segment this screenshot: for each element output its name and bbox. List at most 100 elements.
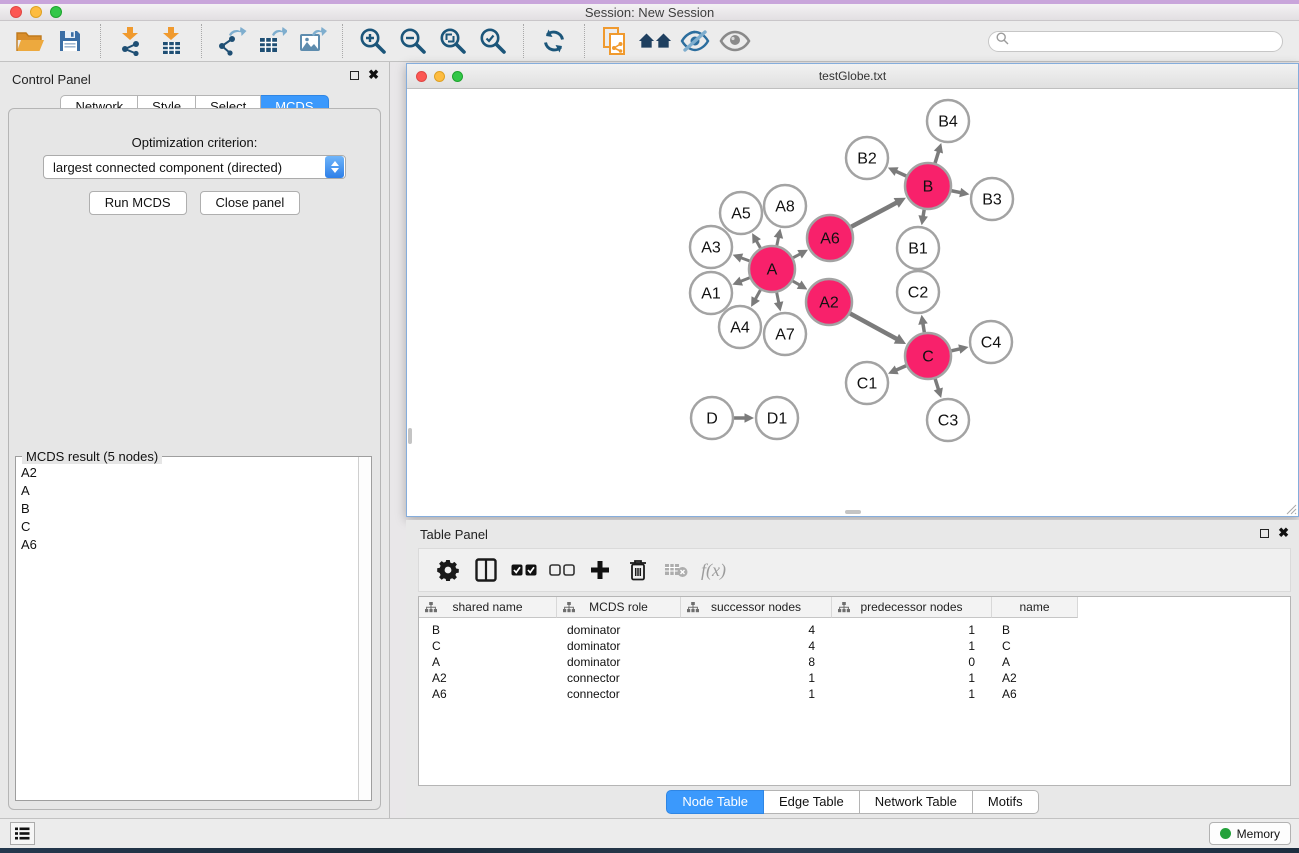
- result-scrollbar[interactable]: [358, 457, 371, 800]
- network-graph[interactable]: B4 B2 B B3 A8A5 A6 B1 A3 A C2 A1 A2 A4A7 C4 C C1 D D1 C3: [407, 89, 1298, 516]
- graph-edge-C-C1[interactable]: [895, 366, 906, 371]
- table-header[interactable]: shared nameMCDS rolesuccessor nodesprede…: [419, 597, 1290, 618]
- graph-edge-A-A7[interactable]: [777, 293, 779, 304]
- result-list-item[interactable]: A: [16, 481, 358, 499]
- delete-table-icon[interactable]: [661, 555, 691, 585]
- search-field[interactable]: [988, 31, 1283, 52]
- graph-node-A6[interactable]: A6: [807, 215, 853, 261]
- import-table-icon[interactable]: [154, 25, 188, 57]
- network-horizontal-scrollbar[interactable]: [845, 510, 861, 514]
- table-row[interactable]: A6connector11A6: [419, 686, 1290, 702]
- graph-node-C4[interactable]: C4: [970, 321, 1012, 363]
- zoom-fit-icon[interactable]: [436, 25, 470, 57]
- graph-edge-B-B4[interactable]: [935, 151, 939, 163]
- home-layout-icon[interactable]: [638, 25, 672, 57]
- table-cell: 4: [681, 638, 832, 654]
- column-header-MCDS-role[interactable]: MCDS role: [557, 597, 681, 618]
- copy-style-icon[interactable]: [598, 25, 632, 57]
- graph-edge-B-B2[interactable]: [895, 171, 906, 176]
- show-all-eye-icon[interactable]: [718, 25, 752, 57]
- hide-selected-eye-icon[interactable]: [678, 25, 712, 57]
- criterion-dropdown[interactable]: largest connected component (directed): [43, 155, 346, 179]
- network-vertical-scrollbar[interactable]: [408, 428, 412, 444]
- table-cell: A2: [419, 670, 557, 686]
- graph-node-A1[interactable]: A1: [690, 272, 732, 314]
- graph-node-B4[interactable]: B4: [927, 100, 969, 142]
- table-row[interactable]: Cdominator41C: [419, 638, 1290, 654]
- graph-node-A4[interactable]: A4: [719, 306, 761, 348]
- search-input[interactable]: [1009, 33, 1282, 50]
- graph-node-A[interactable]: A: [749, 246, 795, 292]
- graph-node-A2[interactable]: A2: [806, 279, 852, 325]
- graph-node-C3[interactable]: C3: [927, 399, 969, 441]
- select-all-checkboxes-icon[interactable]: [509, 555, 539, 585]
- graph-edge-C-C3[interactable]: [935, 379, 939, 391]
- graph-edge-A-A4[interactable]: [755, 290, 760, 300]
- graph-node-B[interactable]: B: [905, 163, 951, 209]
- import-network-icon[interactable]: [114, 25, 148, 57]
- table-row[interactable]: Bdominator41B: [419, 622, 1290, 638]
- export-network-icon[interactable]: [215, 25, 249, 57]
- svg-text:B2: B2: [857, 151, 877, 168]
- graph-node-D[interactable]: D: [691, 397, 733, 439]
- graph-edge-A2-C[interactable]: [850, 313, 898, 339]
- gear-icon[interactable]: [433, 555, 463, 585]
- graph-edge-B-B3[interactable]: [952, 191, 962, 193]
- save-session-icon[interactable]: [53, 25, 87, 57]
- graph-node-A7[interactable]: A7: [764, 313, 806, 355]
- tab-edge-table[interactable]: Edge Table: [764, 790, 860, 814]
- export-table-icon[interactable]: [255, 25, 289, 57]
- open-session-icon[interactable]: [13, 25, 47, 57]
- graph-node-C[interactable]: C: [905, 333, 951, 379]
- zoom-in-icon[interactable]: [356, 25, 390, 57]
- table-cell: C: [992, 638, 1078, 654]
- result-list-item[interactable]: A6: [16, 535, 358, 553]
- export-image-icon[interactable]: [295, 25, 329, 57]
- tab-network-table[interactable]: Network Table: [860, 790, 973, 814]
- refresh-icon[interactable]: [537, 25, 571, 57]
- column-header-predecessor-nodes[interactable]: predecessor nodes: [832, 597, 992, 618]
- mcds-result-box: MCDS result (5 nodes) A2ABCA6: [15, 456, 372, 801]
- table-row[interactable]: A2connector11A2: [419, 670, 1290, 686]
- result-list-item[interactable]: C: [16, 517, 358, 535]
- close-panel-icon[interactable]: ✖: [368, 70, 379, 80]
- function-builder-icon[interactable]: f(x): [701, 560, 726, 581]
- deselect-all-checkboxes-icon[interactable]: [547, 555, 577, 585]
- float-table-panel-icon[interactable]: [1260, 529, 1269, 538]
- graph-edge-A6-B[interactable]: [851, 202, 897, 227]
- column-header-successor-nodes[interactable]: successor nodes: [681, 597, 832, 618]
- memory-button[interactable]: Memory: [1209, 822, 1291, 845]
- result-list-item[interactable]: A2: [16, 463, 358, 481]
- tab-motifs[interactable]: Motifs: [973, 790, 1039, 814]
- graph-node-C1[interactable]: C1: [846, 362, 888, 404]
- zoom-out-icon[interactable]: [396, 25, 430, 57]
- graph-edge-A-A1[interactable]: [740, 278, 750, 282]
- network-view-window: testGlobe.txt B4 B2 B B3 A8A5 A6 B1 A3 A C2 A1 A2 A4…: [406, 63, 1299, 517]
- add-column-icon[interactable]: [585, 555, 615, 585]
- mcds-result-list[interactable]: A2ABCA6: [16, 463, 358, 800]
- graph-node-B2[interactable]: B2: [846, 137, 888, 179]
- network-window-titlebar[interactable]: testGlobe.txt: [407, 64, 1298, 89]
- graph-node-B1[interactable]: B1: [897, 227, 939, 269]
- show-panels-button[interactable]: [10, 822, 35, 845]
- column-header-name[interactable]: name: [992, 597, 1078, 618]
- run-mcds-button[interactable]: Run MCDS: [89, 191, 187, 215]
- result-list-item[interactable]: B: [16, 499, 358, 517]
- column-header-shared-name[interactable]: shared name: [419, 597, 557, 618]
- graph-node-B3[interactable]: B3: [971, 178, 1013, 220]
- network-canvas[interactable]: B4 B2 B B3 A8A5 A6 B1 A3 A C2 A1 A2 A4A7 C4 C C1 D D1 C3: [407, 89, 1298, 516]
- resize-grip-icon[interactable]: [1285, 503, 1297, 515]
- delete-column-icon[interactable]: [623, 555, 653, 585]
- zoom-selected-icon[interactable]: [476, 25, 510, 57]
- close-panel-button[interactable]: Close panel: [200, 191, 301, 215]
- float-panel-icon[interactable]: [350, 71, 359, 80]
- tab-node-table[interactable]: Node Table: [666, 790, 764, 814]
- graph-node-D1[interactable]: D1: [756, 397, 798, 439]
- graph-node-A3[interactable]: A3: [690, 226, 732, 268]
- close-table-panel-icon[interactable]: ✖: [1278, 528, 1289, 538]
- graph-node-C2[interactable]: C2: [897, 271, 939, 313]
- split-columns-icon[interactable]: [471, 555, 501, 585]
- graph-node-A5[interactable]: A5: [720, 192, 762, 234]
- graph-node-A8[interactable]: A8: [764, 185, 806, 227]
- table-row[interactable]: Adominator80A: [419, 654, 1290, 670]
